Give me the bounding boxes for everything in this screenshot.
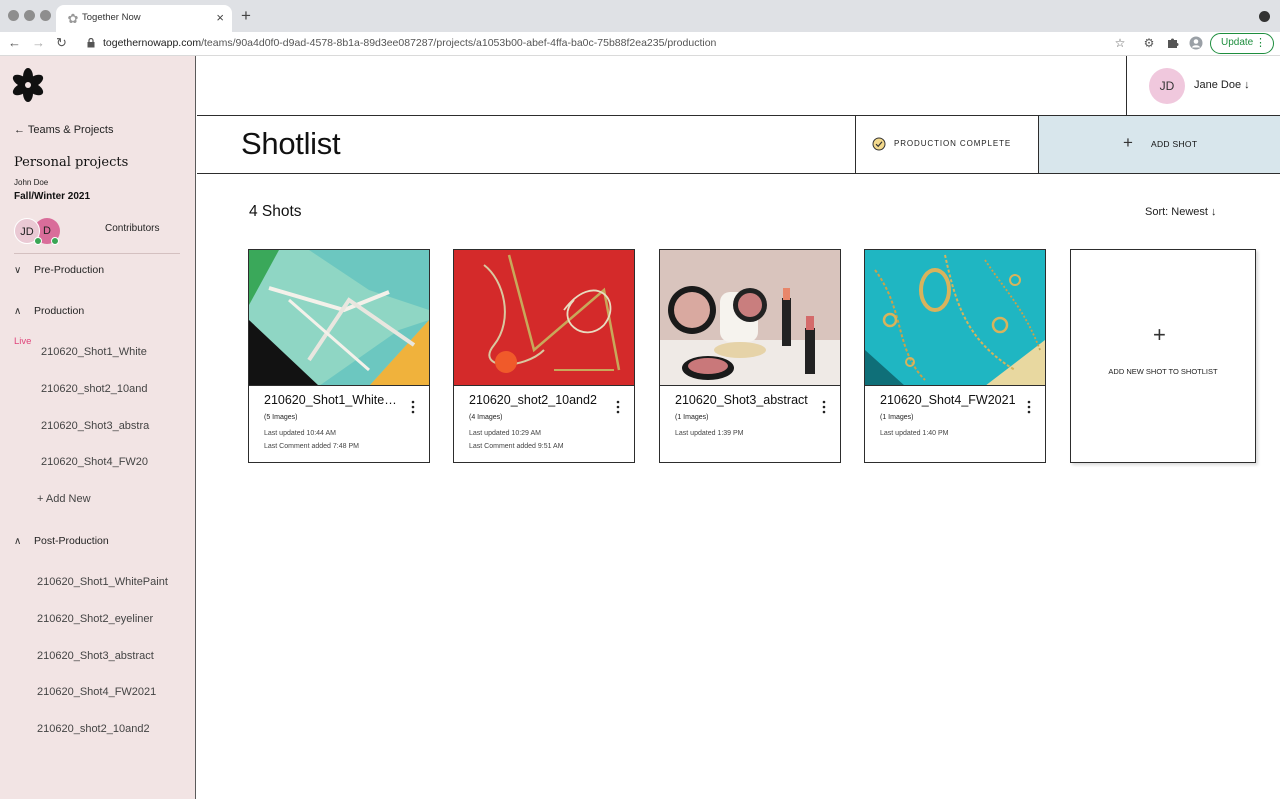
add-shot-button[interactable]: + ADD SHOT xyxy=(1038,116,1280,173)
last-comment: Last Comment added 7:48 PM xyxy=(264,443,359,450)
more-options-icon[interactable] xyxy=(616,400,620,414)
sidebar-item-post-shot1[interactable]: 210620_Shot1_WhitePaint xyxy=(37,576,168,588)
chevron-down-icon: ∨ xyxy=(14,265,22,276)
shot-title: 210620_Shot4_FW2021 xyxy=(880,393,1016,407)
section-pre-production[interactable]: ∨ Pre-Production xyxy=(14,264,104,276)
shot-title: 210620_Shot3_abstract xyxy=(675,393,808,407)
update-button[interactable]: Update ⋮ xyxy=(1210,33,1274,54)
teams-projects-link[interactable]: ← Teams & Projects xyxy=(14,124,113,136)
browser-tab[interactable]: ✿ Together Now × xyxy=(56,5,232,32)
shot-card[interactable]: 210620_Shot1_WhitePaint (5 Images) Last … xyxy=(248,249,430,463)
extension-gear-icon[interactable]: ⚙ xyxy=(1142,36,1156,50)
chevron-up-icon: ∧ xyxy=(14,536,22,547)
lock-icon xyxy=(87,38,95,48)
shot-title: 210620_Shot1_WhitePaint xyxy=(264,393,404,407)
back-arrow-icon[interactable]: ← xyxy=(8,35,21,51)
more-options-icon[interactable] xyxy=(822,400,826,414)
extensions-puzzle-icon[interactable] xyxy=(1166,36,1180,50)
shot-title: 210620_shot2_10and2 xyxy=(469,393,597,407)
more-vert-icon: ⋮ xyxy=(1255,37,1266,49)
section-post-production[interactable]: ∧ Post-Production xyxy=(14,535,109,547)
sidebar-divider xyxy=(14,253,180,254)
live-badge: Live xyxy=(14,336,32,347)
together-now-logo-icon[interactable] xyxy=(8,67,48,103)
user-name: Jane Doe ↓ xyxy=(1194,79,1250,91)
last-updated: Last updated 10:29 AM xyxy=(469,430,541,437)
browser-toolbar: ← → ↻ togethernowapp.com/teams/90a4d0f0-… xyxy=(0,32,1280,56)
shot-card[interactable]: 210620_shot2_10and2 (4 Images) Last upda… xyxy=(453,249,635,463)
project-owner: John Doe xyxy=(14,178,49,187)
last-updated: Last updated 1:39 PM xyxy=(675,430,744,437)
browser-titlebar: ✿ Together Now × + xyxy=(0,0,1280,32)
maximize-window-button[interactable] xyxy=(40,10,51,21)
image-count: (5 Images) xyxy=(264,414,298,421)
sidebar-item-post-shot2[interactable]: 210620_Shot2_eyeliner xyxy=(37,613,153,625)
tab-title: Together Now xyxy=(82,12,141,23)
url-host: togethernowapp.com xyxy=(103,37,202,49)
sidebar-item-production-shot1[interactable]: 210620_Shot1_White xyxy=(41,346,151,358)
status-label: PRODUCTION COMPLETE xyxy=(894,139,1012,148)
user-menu[interactable]: JD Jane Doe ↓ xyxy=(1126,56,1280,115)
shot-thumbnail xyxy=(865,250,1045,386)
online-indicator xyxy=(51,237,59,245)
section-label: Pre-Production xyxy=(34,264,105,276)
contributor-avatars[interactable]: D JD xyxy=(14,218,66,246)
close-tab-icon[interactable]: × xyxy=(216,10,224,25)
last-updated: Last updated 1:40 PM xyxy=(880,430,949,437)
address-bar[interactable]: togethernowapp.com/teams/90a4d0f0-d9ad-4… xyxy=(103,37,716,49)
forward-arrow-icon[interactable]: → xyxy=(32,35,45,51)
close-window-button[interactable] xyxy=(8,10,19,21)
new-tab-button[interactable]: + xyxy=(241,7,251,25)
update-label: Update xyxy=(1221,37,1254,48)
browser-menu-icon[interactable] xyxy=(1259,11,1270,22)
image-count: (1 Images) xyxy=(675,414,709,421)
add-new-shot-label: ADD NEW SHOT TO SHOTLIST xyxy=(1108,367,1218,376)
shot-thumbnail xyxy=(454,250,634,386)
sort-dropdown[interactable]: Sort: Newest ↓ xyxy=(1145,206,1217,218)
last-updated: Last updated 10:44 AM xyxy=(264,430,336,437)
shot-thumbnail xyxy=(660,250,840,386)
shot-card[interactable]: 210620_Shot3_abstract (1 Images) Last up… xyxy=(659,249,841,463)
add-shot-label: ADD SHOT xyxy=(1151,139,1198,149)
minimize-window-button[interactable] xyxy=(24,10,35,21)
contributors-label[interactable]: Contributors xyxy=(105,223,159,234)
sidebar-item-post-shot4[interactable]: 210620_Shot4_FW2021 xyxy=(37,686,156,698)
add-new-shot-link[interactable]: + Add New xyxy=(37,493,91,505)
section-production[interactable]: ∧ Production xyxy=(14,305,84,317)
project-name: Personal projects xyxy=(14,155,129,170)
shots-count: 4 Shots xyxy=(249,203,302,220)
section-label: Production xyxy=(34,305,85,317)
image-count: (1 Images) xyxy=(880,414,914,421)
more-options-icon[interactable] xyxy=(1027,400,1031,414)
image-count: (4 Images) xyxy=(469,414,503,421)
project-season: Fall/Winter 2021 xyxy=(14,191,91,202)
page-title: Shotlist xyxy=(241,126,341,161)
flower-favicon-icon: ✿ xyxy=(67,11,79,26)
check-circle-icon xyxy=(872,137,886,151)
production-status-button[interactable]: PRODUCTION COMPLETE xyxy=(855,116,1038,173)
page-header: Shotlist PRODUCTION COMPLETE + ADD SHOT xyxy=(197,116,1280,174)
sidebar-item-production-shot3[interactable]: 210620_Shot3_abstra xyxy=(41,420,151,432)
sidebar-item-production-shot4[interactable]: 210620_Shot4_FW20 xyxy=(41,456,151,468)
sidebar-item-post-shot3[interactable]: 210620_Shot3_abstract xyxy=(37,650,154,662)
plus-icon: + xyxy=(1153,322,1166,347)
last-comment: Last Comment added 9:51 AM xyxy=(469,443,564,450)
sidebar-item-production-shot2[interactable]: 210620_shot2_10and xyxy=(41,383,151,395)
sidebar: ← Teams & Projects Personal projects Joh… xyxy=(0,56,196,799)
plus-icon: + xyxy=(1123,133,1133,152)
online-indicator xyxy=(34,237,42,245)
section-label: Post-Production xyxy=(34,535,109,547)
shot-thumbnail xyxy=(249,250,429,386)
add-new-shot-card[interactable]: + ADD NEW SHOT TO SHOTLIST xyxy=(1070,249,1256,463)
reload-icon[interactable]: ↻ xyxy=(56,35,67,51)
profile-icon[interactable] xyxy=(1189,36,1203,50)
chevron-up-icon: ∧ xyxy=(14,306,22,317)
more-options-icon[interactable] xyxy=(411,400,415,414)
shot-card[interactable]: 210620_Shot4_FW2021 (1 Images) Last upda… xyxy=(864,249,1046,463)
bookmark-star-icon[interactable]: ☆ xyxy=(1113,36,1127,50)
url-path: /teams/90a4d0f0-d9ad-4578-8b1a-89d3ee087… xyxy=(201,37,717,49)
avatar: JD xyxy=(1149,68,1185,104)
top-bar: JD Jane Doe ↓ xyxy=(197,56,1280,116)
sidebar-item-post-shot5[interactable]: 210620_shot2_10and2 xyxy=(37,723,150,735)
